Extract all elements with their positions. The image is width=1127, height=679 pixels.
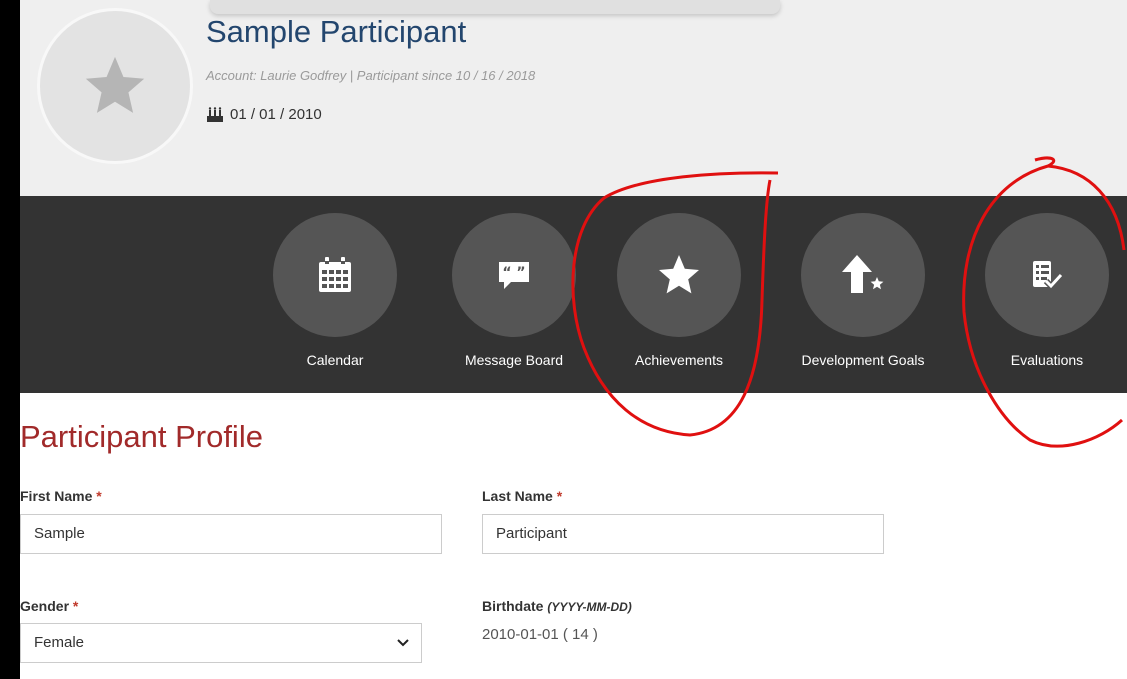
first-name-label: First Name * — [20, 488, 102, 504]
first-name-label-text: First Name — [20, 488, 93, 504]
nav-bar: Calendar “ ” Message Board Achievements — [20, 196, 1127, 393]
nav-evaluations-circle[interactable] — [985, 213, 1109, 337]
nav-message-board-circle[interactable]: “ ” — [452, 213, 576, 337]
nav-message-board-label: Message Board — [464, 352, 564, 368]
birthdate-label-text: Birthdate — [482, 598, 544, 614]
nav-achievements-label: Achievements — [635, 352, 723, 368]
nav-message-board[interactable]: “ ” Message Board — [439, 213, 589, 368]
nav-calendar[interactable]: Calendar — [260, 213, 410, 368]
birthdate-format: (YYYY-MM-DD) — [547, 600, 632, 614]
required-mark: * — [72, 598, 79, 614]
nav-calendar-label: Calendar — [306, 352, 364, 368]
participant-header: Sample Participant Account: Laurie Godfr… — [20, 0, 1127, 196]
calendar-icon — [319, 257, 351, 292]
last-name-label: Last Name * — [482, 488, 562, 504]
account-line: Account: Laurie Godfrey | Participant si… — [206, 68, 536, 83]
message-board-icon: “ ” — [499, 262, 529, 289]
nav-achievements[interactable]: Achievements — [604, 213, 754, 368]
first-name-input[interactable]: Sample — [20, 514, 442, 554]
nav-calendar-circle[interactable] — [273, 213, 397, 337]
profile-title: Participant Profile — [20, 419, 263, 454]
nav-development-goals-circle[interactable] — [801, 213, 925, 337]
birthdate-value: 2010-01-01 ( 14 ) — [482, 626, 598, 643]
last-name-input[interactable]: Participant — [482, 514, 884, 554]
birthday-text: 01 / 01 / 2010 — [230, 106, 322, 123]
chevron-down-icon — [397, 639, 409, 647]
nav-evaluations-label: Evaluations — [1010, 352, 1084, 368]
birthday-cake-icon — [207, 106, 223, 122]
arrow-up-star-icon — [842, 255, 884, 293]
gender-label-text: Gender — [20, 598, 70, 614]
header-overlay-bar — [210, 0, 780, 14]
nav-development-goals[interactable]: Development Goals — [788, 213, 938, 368]
required-mark: * — [556, 488, 563, 504]
page: Sample Participant Account: Laurie Godfr… — [20, 0, 1127, 679]
nav-evaluations[interactable]: Evaluations — [972, 213, 1122, 368]
avatar-star-icon — [85, 56, 145, 113]
evaluation-checklist-icon — [1033, 261, 1064, 291]
nav-achievements-circle[interactable] — [617, 213, 741, 337]
last-name-label-text: Last Name — [482, 488, 553, 504]
birthday-row: 01 / 01 / 2010 — [206, 106, 322, 123]
gender-selected-value: Female — [34, 634, 85, 651]
avatar — [37, 8, 193, 164]
gender-select[interactable]: Female — [20, 623, 422, 663]
star-icon — [659, 255, 699, 294]
nav-development-goals-label: Development Goals — [801, 352, 925, 368]
svg-text:“ ”: “ ” — [502, 265, 525, 281]
required-mark: * — [96, 488, 102, 504]
gender-label: Gender * — [20, 598, 78, 614]
participant-name: Sample Participant — [206, 14, 467, 49]
birthdate-label: Birthdate (YYYY-MM-DD) — [482, 598, 632, 614]
